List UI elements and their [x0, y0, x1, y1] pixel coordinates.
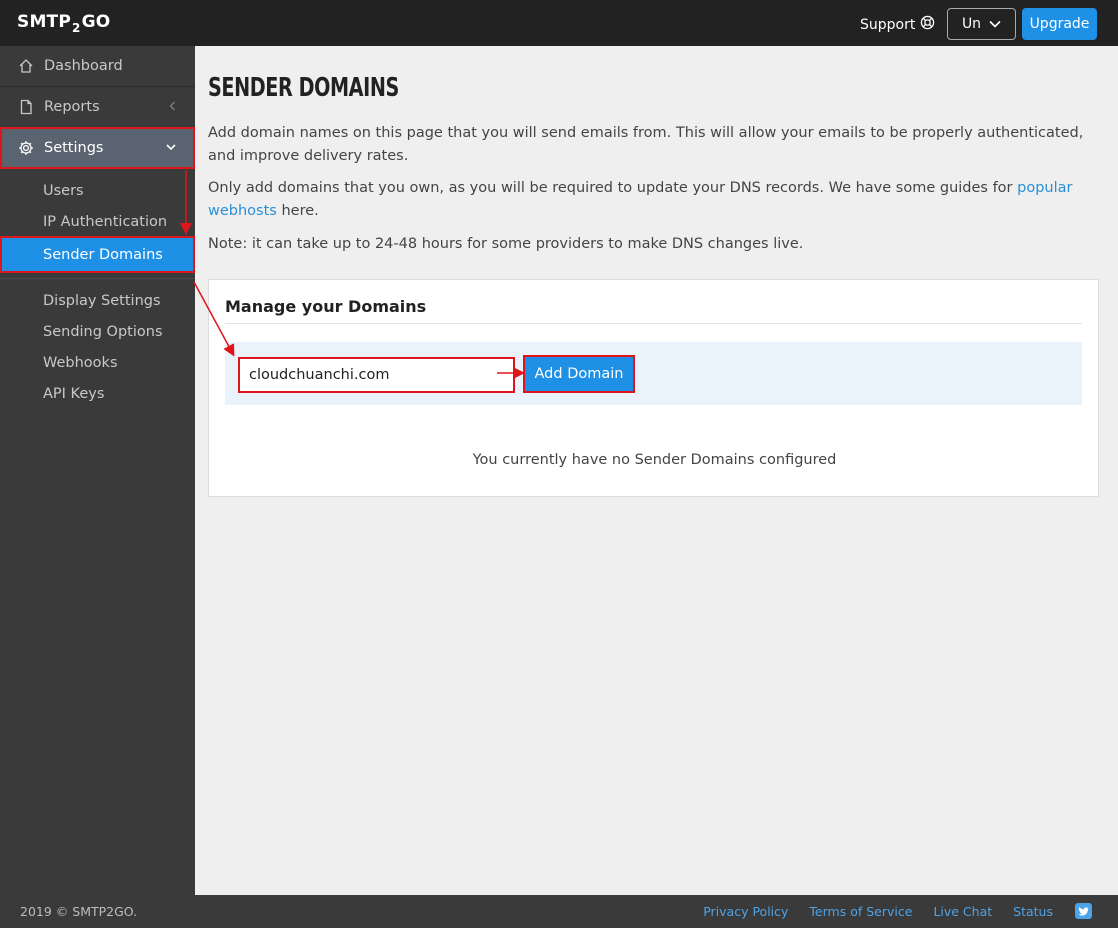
gear-icon — [18, 140, 34, 156]
sidebar-item-label: Reports — [44, 99, 100, 115]
main-content: SENDER DOMAINS Add domain names on this … — [195, 46, 1118, 895]
logo-text-right: GO — [81, 12, 111, 32]
sidebar-subitem-users[interactable]: Users — [0, 175, 195, 206]
sidebar-subitem-sending-options[interactable]: Sending Options — [0, 316, 195, 347]
terms-of-service-link[interactable]: Terms of Service — [809, 904, 912, 919]
logo-text-two: 2 — [72, 21, 81, 35]
home-icon — [18, 58, 34, 74]
privacy-policy-link[interactable]: Privacy Policy — [703, 904, 788, 919]
manage-domains-panel: Manage your Domains Add Domain You curre… — [208, 279, 1099, 497]
sidebar-divider — [0, 278, 195, 279]
sidebar-subitem-api-keys[interactable]: API Keys — [0, 378, 195, 409]
twitter-icon[interactable] — [1075, 903, 1092, 919]
sidebar-item-reports[interactable]: Reports — [0, 87, 195, 128]
chevron-down-icon — [989, 16, 1001, 32]
upgrade-button[interactable]: Upgrade — [1022, 8, 1097, 40]
dns-text: Only add domains that you own, as you wi… — [208, 180, 1018, 196]
domain-input[interactable] — [238, 357, 515, 393]
intro-paragraph: Add domain names on this page that you w… — [208, 125, 1084, 164]
empty-state-message: You currently have no Sender Domains con… — [472, 452, 837, 468]
add-domain-button[interactable]: Add Domain — [523, 355, 635, 393]
note-paragraph: Note: it can take up to 24-48 hours for … — [208, 236, 804, 252]
dns-paragraph: Only add domains that you own, as you wi… — [208, 177, 1098, 223]
document-icon — [18, 99, 34, 115]
sidebar-subitem-display-settings[interactable]: Display Settings — [0, 285, 195, 316]
user-menu-button[interactable]: Un — [947, 8, 1016, 40]
user-label: Un — [961, 16, 982, 32]
support-label: Support — [860, 16, 916, 33]
logo[interactable]: SMTP2GO — [17, 12, 111, 35]
sidebar-subitem-webhooks[interactable]: Webhooks — [0, 347, 195, 378]
live-chat-link[interactable]: Live Chat — [933, 904, 992, 919]
dns-text-end: here. — [276, 203, 319, 219]
sidebar-subitem-sender-domains[interactable]: Sender Domains — [0, 236, 195, 273]
footer: 2019 © SMTP2GO. Privacy Policy Terms of … — [0, 895, 1118, 928]
chevron-left-icon — [167, 100, 179, 112]
status-link[interactable]: Status — [1013, 904, 1053, 919]
panel-divider — [225, 323, 1082, 324]
lifebuoy-icon — [920, 15, 935, 34]
page-title: SENDER DOMAINS — [208, 73, 399, 103]
top-bar: SMTP2GO Support Un Upgrade — [0, 0, 1118, 46]
support-link[interactable]: Support — [860, 15, 935, 34]
footer-links: Privacy Policy Terms of Service Live Cha… — [703, 904, 1053, 919]
sidebar: Dashboard Reports Settings Users IP Auth… — [0, 46, 195, 895]
chevron-down-icon — [165, 141, 177, 153]
logo-text-left: SMTP — [17, 12, 72, 32]
sidebar-item-settings[interactable]: Settings — [0, 127, 195, 169]
panel-title: Manage your Domains — [225, 297, 427, 316]
sidebar-subitem-ip-authentication[interactable]: IP Authentication — [0, 206, 195, 237]
sidebar-item-dashboard[interactable]: Dashboard — [0, 46, 195, 87]
sidebar-item-label: Settings — [44, 140, 104, 156]
copyright: 2019 © SMTP2GO. — [20, 904, 138, 919]
add-domain-form: Add Domain — [225, 342, 1082, 405]
sidebar-item-label: Dashboard — [44, 58, 123, 74]
